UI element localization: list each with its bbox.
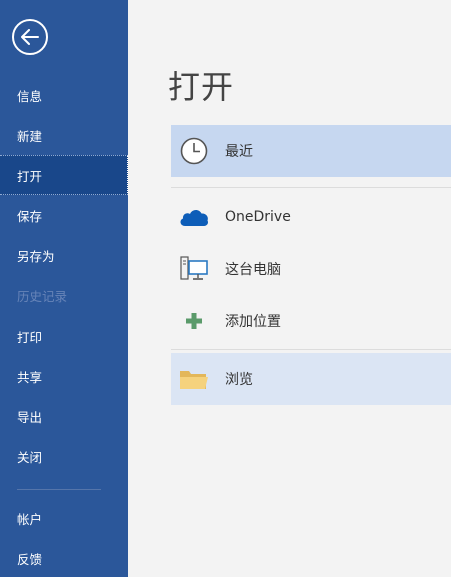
sidebar-item-save-as[interactable]: 另存为 [0, 235, 128, 275]
sidebar-item-print[interactable]: 打印 [0, 316, 128, 356]
location-browse[interactable]: 浏览 [171, 353, 451, 405]
location-onedrive[interactable]: OneDrive [171, 191, 451, 243]
sidebar-item-export[interactable]: 导出 [0, 396, 128, 436]
back-arrow-icon [21, 29, 39, 45]
sidebar-item-history: 历史记录 [0, 275, 128, 315]
sidebar-item-label: 导出 [17, 409, 43, 425]
cloud-icon [177, 200, 211, 234]
page-title: 打开 [168, 68, 235, 106]
sidebar-item-feedback[interactable]: 反馈 [0, 538, 128, 577]
location-this-pc[interactable]: 这台电脑 [171, 243, 451, 295]
sidebar-item-label: 反馈 [17, 551, 43, 567]
location-label: 浏览 [225, 372, 253, 388]
sidebar-item-label: 保存 [17, 208, 43, 224]
sidebar-divider [17, 489, 101, 490]
sidebar-item-label: 共享 [17, 369, 43, 385]
sidebar-item-label: 新建 [17, 128, 43, 144]
sidebar-item-open[interactable]: 打开 [0, 155, 128, 195]
clock-icon [177, 134, 211, 168]
plus-icon [177, 304, 211, 338]
sidebar-item-label: 打开 [17, 168, 43, 184]
sidebar-item-share[interactable]: 共享 [0, 356, 128, 396]
sidebar-item-label: 帐户 [17, 511, 43, 527]
sidebar-item-account[interactable]: 帐户 [0, 498, 128, 538]
location-label: 最近 [225, 144, 253, 160]
location-label: 这台电脑 [225, 262, 281, 278]
sidebar-item-save[interactable]: 保存 [0, 195, 128, 235]
sidebar-item-label: 关闭 [17, 449, 43, 465]
location-recent[interactable]: 最近 [171, 125, 451, 177]
open-panel: 打开 最近 OneDrive 这台电脑 添加位置 浏览 [128, 0, 451, 577]
sidebar-item-label: 打印 [17, 329, 43, 345]
location-divider [171, 187, 451, 188]
location-divider [171, 349, 451, 350]
location-add-place[interactable]: 添加位置 [171, 295, 451, 347]
sidebar-item-label: 信息 [17, 88, 43, 104]
sidebar-item-label: 另存为 [17, 248, 55, 264]
sidebar-item-info[interactable]: 信息 [0, 75, 128, 115]
sidebar-item-label: 历史记录 [17, 288, 68, 304]
backstage-view: 信息 新建 打开 保存 另存为 历史记录 打印 共享 导出 关闭 帐户 反馈 打… [0, 0, 451, 577]
back-button[interactable] [12, 19, 48, 55]
computer-icon [177, 252, 211, 286]
location-label: 添加位置 [225, 314, 281, 330]
backstage-sidebar: 信息 新建 打开 保存 另存为 历史记录 打印 共享 导出 关闭 帐户 反馈 [0, 0, 128, 577]
sidebar-item-new[interactable]: 新建 [0, 115, 128, 155]
folder-icon [177, 362, 211, 396]
location-label: OneDrive [225, 209, 291, 225]
sidebar-item-close[interactable]: 关闭 [0, 436, 128, 476]
